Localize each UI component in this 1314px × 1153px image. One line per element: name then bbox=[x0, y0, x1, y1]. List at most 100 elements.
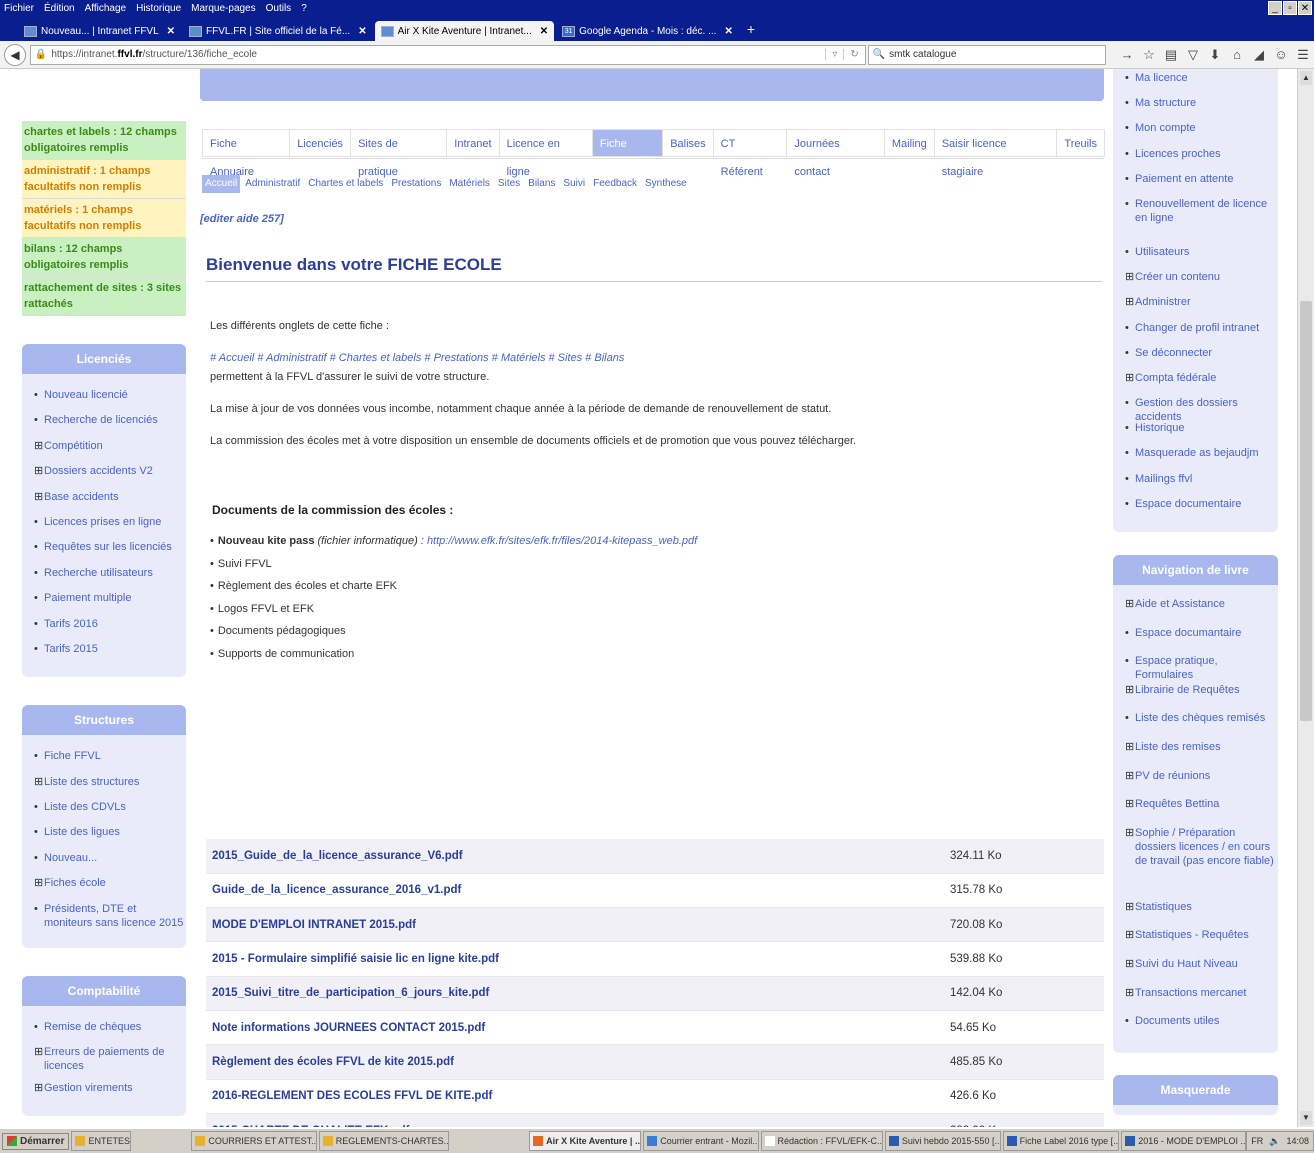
taskbar-item[interactable]: Fiche Label 2016 type [... bbox=[1002, 1131, 1120, 1151]
scroll-down-icon[interactable]: ▼ bbox=[1300, 1111, 1312, 1125]
send-icon[interactable]: ◢ bbox=[1248, 47, 1270, 63]
menu-item[interactable]: • Mon compte bbox=[1125, 121, 1278, 146]
menu-item[interactable]: • Documents utiles bbox=[1125, 1014, 1278, 1043]
file-link[interactable]: 2015_Suivi_titre_de_participation_6_jour… bbox=[206, 976, 944, 1011]
menu-marque-pages[interactable]: Marque-pages bbox=[191, 3, 255, 14]
taskbar-item[interactable]: 2016 - MODE D'EMPLOI ... bbox=[1121, 1131, 1247, 1151]
file-link[interactable]: Note informations JOURNEES CONTACT 2015.… bbox=[206, 1010, 944, 1046]
start-button[interactable]: Démarrer bbox=[2, 1132, 70, 1150]
minimize-icon[interactable]: _ bbox=[1268, 1, 1282, 15]
list-item[interactable]: • Règlement des écoles et charte EFK bbox=[210, 578, 697, 601]
menu-item[interactable]: ⊞ Statistiques bbox=[1125, 900, 1278, 929]
menu-item[interactable]: • Liste des chèques remisés bbox=[1125, 711, 1278, 740]
reload-icon[interactable]: ↻ bbox=[843, 49, 864, 60]
menu-item[interactable]: ⊞ Liste des remises bbox=[1125, 740, 1278, 769]
menu-fichier[interactable]: Fichier bbox=[4, 3, 34, 14]
menu-item[interactable]: ⊞ Liste des structures bbox=[34, 775, 186, 800]
subtab-prestations[interactable]: Prestations bbox=[388, 175, 444, 193]
menu-item[interactable]: ⊞ Dossiers accidents V2 bbox=[34, 464, 186, 489]
taskbar-item[interactable]: REGLEMENTS-CHARTES... bbox=[318, 1131, 450, 1151]
menu-item[interactable]: • Renouvellement de licence en ligne bbox=[1125, 197, 1278, 245]
menu-item[interactable]: • Requêtes sur les licenciés bbox=[34, 540, 186, 565]
list-item[interactable]: • Documents pédagogiques bbox=[210, 623, 697, 646]
menu-item[interactable]: ⊞ Erreurs de paiements de licences bbox=[34, 1045, 186, 1081]
menu-item[interactable]: • Recherche de licenciés bbox=[34, 413, 186, 438]
file-link[interactable]: Règlement des écoles FFVL de kite 2015.p… bbox=[206, 1044, 944, 1080]
menu-item[interactable]: • Paiement multiple bbox=[34, 591, 186, 616]
volume-icon[interactable]: 🔈 bbox=[1269, 1136, 1280, 1147]
menu-item[interactable]: • Liste des ligues bbox=[34, 825, 186, 850]
smiley-icon[interactable]: ☺ bbox=[1270, 47, 1292, 63]
menu-item[interactable]: • Changer de profil intranet bbox=[1125, 321, 1278, 346]
browser-tab[interactable]: FFVL.FR | Site officiel de la Fé... ✕ bbox=[183, 21, 373, 41]
menu-item[interactable]: • Recherche utilisateurs bbox=[34, 566, 186, 591]
menu-item[interactable]: • Licences proches bbox=[1125, 147, 1278, 172]
menu-item[interactable]: • Utilisateurs bbox=[1125, 245, 1278, 270]
menu-item[interactable]: ⊞ Compétition bbox=[34, 439, 186, 464]
browser-tab[interactable]: Nouveau... | Intranet FFVL ✕ bbox=[18, 21, 181, 41]
tab-anchor-links[interactable]: # Accueil # Administratif # Chartes et l… bbox=[210, 352, 624, 364]
search-input[interactable]: 🔍 smtk catalogue bbox=[867, 44, 1106, 65]
tab-licencies[interactable]: Licenciés bbox=[289, 129, 352, 157]
vertical-scrollbar[interactable]: ▲ ▼ bbox=[1297, 69, 1314, 1127]
menu-item[interactable]: • Tarifs 2015 bbox=[34, 642, 186, 667]
menu-item[interactable]: • Présidents, DTE et moniteurs sans licen… bbox=[34, 902, 186, 938]
menu-affichage[interactable]: Affichage bbox=[85, 3, 127, 14]
tab-balises[interactable]: Balises bbox=[662, 129, 714, 157]
tab-journees-contact[interactable]: Journées contact bbox=[786, 129, 885, 178]
menu-item[interactable]: • Espace documentaire bbox=[1125, 497, 1278, 522]
maximize-icon[interactable]: ▫ bbox=[1283, 1, 1297, 15]
new-tab-icon[interactable]: + bbox=[747, 21, 755, 41]
menu-item[interactable]: • Remise de chèques bbox=[34, 1020, 186, 1045]
file-link[interactable]: 2015 - Formulaire simplifié saisie lic e… bbox=[206, 941, 944, 977]
taskbar-item[interactable]: ENTETES bbox=[71, 1131, 132, 1151]
subtab-feedback[interactable]: Feedback bbox=[590, 175, 640, 193]
menu-item[interactable]: • Espace pratique, Formulaires bbox=[1125, 654, 1278, 683]
menu-item[interactable]: ⊞ Aide et Assistance bbox=[1125, 597, 1278, 626]
menu-item[interactable]: • Tarifs 2016 bbox=[34, 617, 186, 642]
menu-item[interactable]: • Historique bbox=[1125, 421, 1278, 446]
tab-saisir-licence-stagiaire[interactable]: Saisir licence stagiaire bbox=[933, 129, 1058, 178]
dropdown-arrow-icon[interactable]: ▿ bbox=[825, 49, 843, 60]
edit-help-link[interactable]: [editer aide 257] bbox=[200, 213, 284, 225]
menu-item[interactable]: • Licences prises en ligne bbox=[34, 515, 186, 540]
forward-arrow-icon[interactable]: → bbox=[1116, 47, 1138, 63]
menu-historique[interactable]: Historique bbox=[136, 3, 181, 14]
taskbar-item[interactable]: Courrier entrant - Mozil... bbox=[643, 1131, 759, 1151]
tab-close-icon[interactable]: ✕ bbox=[724, 26, 732, 37]
reading-list-icon[interactable]: ▤ bbox=[1160, 47, 1182, 63]
menu-item[interactable]: • Gestion des dossiers accidents bbox=[1125, 396, 1278, 423]
url-bar[interactable]: 🔒 https://intranet. ffvl.fr/structure/136… bbox=[29, 44, 866, 65]
pocket-icon[interactable]: ▽ bbox=[1182, 47, 1204, 63]
menu-item[interactable]: • Nouveau licencié bbox=[34, 388, 186, 413]
menu-edition[interactable]: Édition bbox=[44, 3, 75, 14]
menu-aide[interactable]: ? bbox=[301, 3, 307, 14]
taskbar-item[interactable]: Suivi hebdo 2015-550 [... bbox=[884, 1131, 1001, 1151]
menu-item[interactable]: ⊞ Fiches école bbox=[34, 876, 186, 901]
menu-item[interactable]: • Se déconnecter bbox=[1125, 346, 1278, 371]
subtab-sites[interactable]: Sites bbox=[495, 175, 523, 193]
tab-mailing[interactable]: Mailing bbox=[883, 129, 935, 157]
taskbar-item[interactable]: COURRIERS ET ATTEST... bbox=[191, 1131, 317, 1151]
tab-close-icon[interactable]: ✕ bbox=[167, 26, 175, 37]
file-link[interactable]: 2016-REGLEMENT DES ECOLES FFVL DE KITE.p… bbox=[206, 1079, 944, 1114]
home-icon[interactable]: ⌂ bbox=[1226, 47, 1248, 63]
menu-outils[interactable]: Outils bbox=[266, 3, 292, 14]
subtab-accueil[interactable]: Accueil bbox=[202, 175, 241, 193]
menu-item[interactable]: • Paiement en attente bbox=[1125, 172, 1278, 197]
browser-tab-active[interactable]: Air X Kite Aventure | Intranet... ✕ bbox=[374, 21, 555, 41]
browser-tab[interactable]: 31 Google Agenda - Mois : déc. ... ✕ bbox=[556, 21, 739, 41]
menu-item[interactable]: ⊞ Librairie de Requêtes bbox=[1125, 683, 1278, 712]
menu-item[interactable]: ⊞ Sophie / Préparation dossiers licences … bbox=[1125, 826, 1278, 900]
file-link[interactable]: 2015_Guide_de_la_licence_assurance_V6.pd… bbox=[206, 839, 944, 874]
tab-intranet[interactable]: Intranet bbox=[446, 129, 500, 157]
menu-item[interactable]: ⊞ PV de réunions bbox=[1125, 769, 1278, 798]
subtab-synthese[interactable]: Synthese bbox=[642, 175, 690, 193]
menu-item[interactable]: ⊞ Base accidents bbox=[34, 490, 186, 515]
file-link[interactable]: 2015-CHARTE DE QUALITE EFK.pdf bbox=[206, 1113, 944, 1127]
bookmark-star-icon[interactable]: ☆ bbox=[1138, 47, 1160, 63]
tab-licence-en-ligne[interactable]: Licence en ligne bbox=[498, 129, 593, 178]
tab-fiche-ecole[interactable]: Fiche école bbox=[591, 129, 664, 178]
taskbar-item[interactable]: Air X Kite Aventure | ... bbox=[529, 1131, 642, 1151]
menu-item[interactable]: ⊞ Créer un contenu bbox=[1125, 270, 1278, 295]
